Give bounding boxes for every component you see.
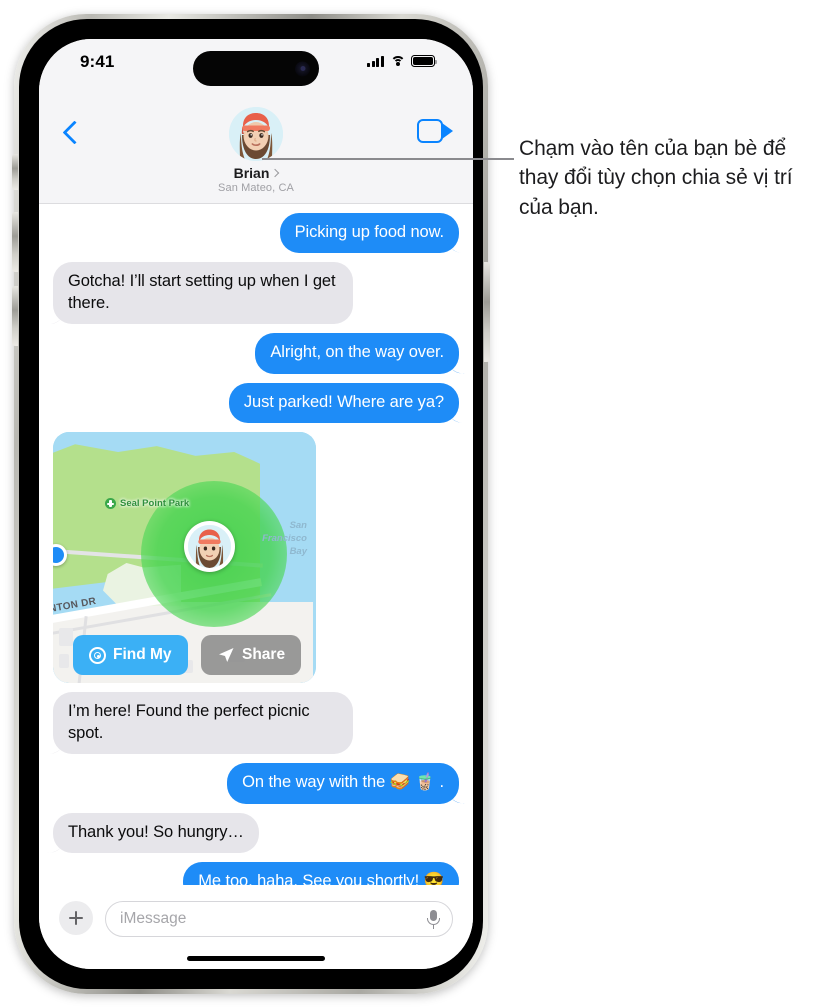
volume-down-button[interactable]	[12, 286, 18, 346]
contact-name[interactable]: Brian	[161, 165, 351, 181]
wifi-icon	[390, 55, 405, 67]
plus-icon[interactable]	[59, 901, 93, 935]
find-my-button[interactable]: Find My	[73, 635, 188, 676]
contact-name-text: Brian	[233, 165, 270, 181]
message-row: I’m here! Found the perfect picnic spot.	[46, 692, 459, 755]
iphone-screen: 9:41 Brian San Mateo, CA Picking up food…	[39, 39, 473, 969]
message-row: Just parked! Where are ya?	[53, 382, 467, 424]
share-button-label: Share	[242, 646, 286, 664]
status-bar-indicators	[367, 55, 437, 67]
chevron-right-icon	[271, 168, 280, 178]
message-row: Thank you! So hungry…	[46, 812, 459, 854]
search-input[interactable]: iMessage	[105, 901, 453, 937]
find-my-radar-icon	[89, 646, 106, 664]
share-button[interactable]: Share	[201, 635, 302, 676]
message-bubble-outgoing[interactable]: Picking up food now.	[279, 213, 467, 254]
contact-header-block[interactable]: Brian San Mateo, CA	[161, 107, 351, 194]
message-row: On the way with the 🥪 🧋 .	[53, 763, 466, 804]
battery-full-icon	[411, 55, 437, 67]
power-button[interactable]	[484, 262, 490, 362]
volume-up-button[interactable]	[12, 212, 18, 272]
find-my-button-label: Find My	[113, 646, 172, 664]
front-camera-icon	[295, 61, 310, 76]
message-row: Seal Point Park San Francisco Bay NTON DR	[53, 432, 316, 684]
message-row: Alright, on the way over.	[53, 333, 466, 375]
message-bubble-outgoing[interactable]: On the way with the 🥪 🧋 .	[227, 763, 466, 804]
dynamic-island	[193, 51, 319, 86]
memoji-location-pin[interactable]	[184, 521, 235, 573]
message-bubble-outgoing[interactable]: Alright, on the way over.	[255, 333, 466, 375]
status-bar-time: 9:41	[80, 52, 115, 71]
imessage-placeholder: iMessage	[120, 910, 187, 927]
map-building	[59, 628, 73, 647]
action-button[interactable]	[12, 154, 18, 190]
microphone-icon[interactable]	[427, 909, 440, 929]
map-bay-label: San Francisco Bay	[262, 520, 307, 557]
callout-text: Chạm vào tên của bạn bè để thay đổi tùy …	[519, 137, 793, 219]
message-bubble-incoming[interactable]: Thank you! So hungry…	[46, 812, 259, 854]
video-camera-icon[interactable]	[417, 119, 453, 143]
share-arrow-icon	[219, 648, 234, 663]
cellular-bars-icon	[367, 55, 384, 67]
home-indicator[interactable]	[187, 956, 325, 961]
iphone-device-frame: 9:41 Brian San Mateo, CA Picking up food…	[12, 14, 490, 994]
back-chevron-icon[interactable]	[61, 123, 81, 143]
message-bubble-incoming[interactable]: I’m here! Found the perfect picnic spot.	[46, 692, 353, 755]
avatar[interactable]	[229, 107, 283, 161]
message-list[interactable]: Picking up food now. Gotcha! I’ll start …	[39, 205, 473, 914]
message-input-bar: iMessage	[39, 885, 473, 969]
message-row: Gotcha! I’ll start setting up when I get…	[46, 262, 459, 325]
callout-leader-line	[262, 158, 514, 160]
conversation-header: Brian San Mateo, CA	[39, 91, 473, 204]
park-marker-icon	[105, 498, 116, 510]
message-bubble-incoming[interactable]: Gotcha! I’ll start setting up when I get…	[46, 262, 353, 325]
map-building	[59, 654, 69, 669]
message-bubble-outgoing[interactable]: Just parked! Where are ya?	[228, 382, 467, 424]
message-row: Picking up food now.	[53, 213, 467, 254]
screenshot-root: 9:41 Brian San Mateo, CA Picking up food…	[0, 0, 835, 1008]
park-label-text: Seal Point Park	[120, 498, 190, 510]
map-park-label: Seal Point Park	[105, 498, 190, 510]
contact-subtitle: San Mateo, CA	[218, 182, 294, 194]
location-map-bubble[interactable]: Seal Point Park San Francisco Bay NTON DR	[53, 432, 316, 684]
device-bezel: 9:41 Brian San Mateo, CA Picking up food…	[19, 19, 483, 989]
